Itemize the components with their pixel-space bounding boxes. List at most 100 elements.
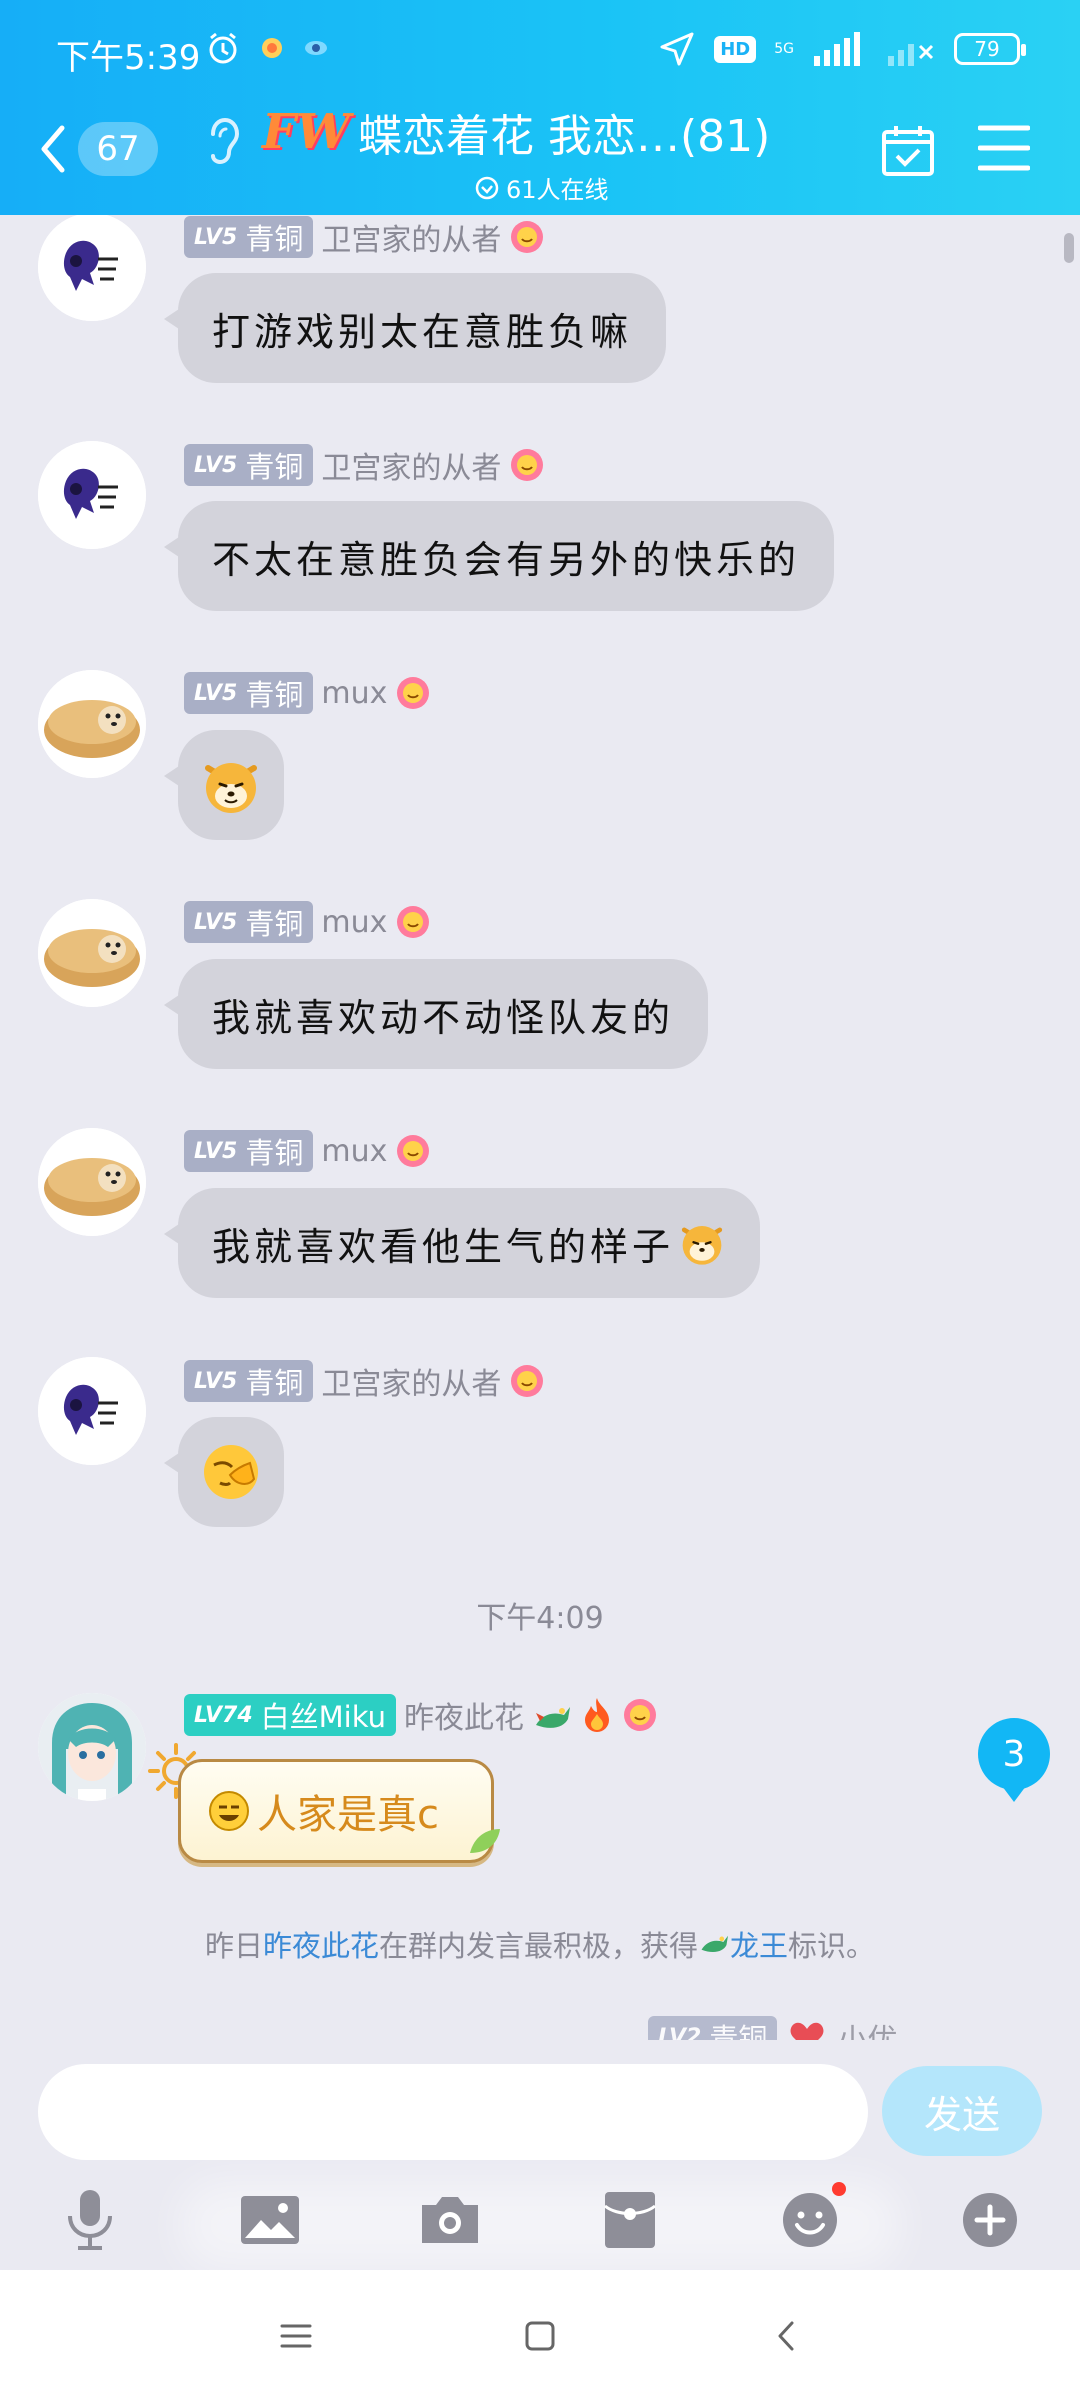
alarm-icon	[209, 32, 237, 64]
grin-emoji-icon	[209, 1791, 249, 1831]
battery-indicator: 79	[954, 33, 1026, 65]
location-icon	[660, 32, 694, 66]
avatar[interactable]	[38, 1128, 146, 1236]
avatar[interactable]	[38, 215, 146, 321]
send-button[interactable]: 发送	[882, 2066, 1042, 2156]
online-status: 61人在线	[474, 170, 782, 205]
sender-nickname[interactable]: 小优	[837, 2015, 897, 2040]
message-meta: LV5 青铜 卫宫家的从者	[184, 1359, 545, 1403]
level-badge: LV74 白丝Miku	[184, 1694, 397, 1736]
sender-nickname[interactable]: 卫宫家的从者	[321, 1359, 501, 1403]
message-text: 我就喜欢看他生气的样子	[212, 1224, 675, 1269]
message-bubble[interactable]	[164, 730, 284, 840]
red-packet-button[interactable]	[590, 2180, 670, 2260]
unread-count-badge: 67	[78, 122, 158, 176]
avatar[interactable]	[38, 899, 146, 1007]
chat-message-list[interactable]: LV5 青铜 卫宫家的从者 打游戏别太在意胜负嘛 LV5 青铜 卫宫家的从者 不太在…	[0, 215, 1080, 2040]
sender-nickname[interactable]: 卫宫家的从者	[321, 215, 501, 259]
level-badge: LV5 青铜	[184, 901, 314, 943]
signal-icon-2	[888, 44, 934, 66]
avatar[interactable]	[38, 670, 146, 778]
anime-character-avatar	[38, 215, 146, 321]
message-bubble-decorated[interactable]: 人家是真c	[178, 1759, 494, 1863]
menu-lines-icon	[280, 2324, 312, 2348]
new-messages-badge[interactable]: 3	[978, 1718, 1050, 1802]
ear-icon[interactable]	[205, 116, 241, 168]
level-badge: LV2 青铜	[648, 2016, 778, 2040]
level-badge: LV5 青铜	[184, 1130, 314, 1172]
message-composer: 发送	[0, 2040, 1080, 2270]
level-badge: LV5 青铜	[184, 216, 314, 258]
fw-logo: FW	[262, 104, 350, 160]
system-navigation-bar	[0, 2270, 1080, 2400]
time-divider: 下午4:09	[476, 1601, 604, 1636]
menu-icon[interactable]	[978, 124, 1030, 172]
sender-nickname[interactable]: 卫宫家的从者	[321, 443, 501, 487]
status-icons-left	[205, 30, 329, 66]
miku-avatar	[38, 1693, 146, 1801]
notice-badge-link[interactable]: 龙王	[730, 1929, 788, 1963]
flower-badge-icon	[511, 221, 544, 253]
back-button[interactable]: 67	[38, 118, 168, 180]
online-count: 61人在线	[506, 176, 609, 204]
group-title-area[interactable]: FW 蝶恋着花 我恋…(81) 61人在线	[262, 100, 782, 205]
system-back-button[interactable]	[756, 2306, 816, 2366]
system-notice: 昨日昨夜此花在群内发言最积极，获得 龙王标识。	[204, 1929, 876, 1963]
sender-nickname[interactable]: 昨夜此花	[404, 1693, 524, 1737]
doge-bread-avatar	[38, 1128, 146, 1236]
level-badge: LV5 青铜	[184, 1360, 314, 1402]
message-meta: LV74 白丝Miku 昨夜此花	[184, 1693, 658, 1737]
message-bubble[interactable]: 不太在意胜负会有另外的快乐的	[163, 501, 835, 611]
calendar-check-icon[interactable]	[880, 122, 936, 178]
message-meta: LV5 青铜 mux	[184, 672, 431, 714]
anime-character-avatar	[38, 1357, 146, 1465]
app-notification-icon-2	[305, 41, 327, 55]
message-bubble[interactable]: 打游戏别太在意胜负嘛	[163, 273, 667, 383]
image-icon	[241, 2196, 299, 2244]
voice-button[interactable]	[50, 2180, 130, 2260]
message-bubble[interactable]: 我就喜欢看他生气的样子	[163, 1188, 761, 1298]
app-notification-icon	[262, 38, 282, 58]
camera-button[interactable]	[410, 2180, 490, 2260]
scrollbar[interactable]	[1064, 233, 1074, 263]
emoji-button[interactable]	[770, 2180, 850, 2260]
more-button[interactable]	[950, 2180, 1030, 2260]
flower-badge-icon	[397, 677, 430, 709]
doge-bread-avatar	[38, 899, 146, 1007]
dragon-king-icon	[701, 1935, 728, 1953]
sender-nickname[interactable]: mux	[321, 1134, 387, 1169]
microphone-icon	[68, 2190, 112, 2250]
shiba-sticker-icon	[681, 1225, 723, 1265]
anime-character-avatar	[38, 441, 146, 549]
smiley-icon	[783, 2193, 837, 2247]
message-meta-partial: LV2青铜 小优	[648, 2015, 897, 2040]
avatar[interactable]	[38, 1693, 146, 1801]
flower-badge-icon	[624, 1699, 657, 1731]
sender-nickname[interactable]: mux	[321, 905, 387, 940]
message-meta: LV5 青铜 mux	[184, 1130, 431, 1172]
network-label: 5G	[774, 41, 794, 57]
flower-badge-icon	[397, 906, 430, 938]
square-icon	[525, 2321, 555, 2351]
plus-circle-icon	[963, 2193, 1017, 2247]
recents-button[interactable]	[266, 2306, 326, 2366]
message-input[interactable]	[38, 2064, 868, 2160]
online-check-icon	[475, 176, 499, 199]
flower-badge-icon	[511, 449, 544, 481]
message-bubble[interactable]: 我就喜欢动不动怪队友的	[163, 959, 709, 1069]
heart-icon	[790, 2022, 824, 2040]
level-badge: LV5 青铜	[184, 444, 314, 486]
sender-nickname[interactable]: mux	[321, 676, 387, 711]
message-meta: LV5 青铜 卫宫家的从者	[184, 215, 545, 259]
message-bubble[interactable]	[164, 1417, 284, 1527]
home-button[interactable]	[510, 2306, 570, 2366]
image-button[interactable]	[230, 2180, 310, 2260]
avatar[interactable]	[38, 441, 146, 549]
status-icons-right: HD 5G 79	[658, 30, 1026, 68]
avatar[interactable]	[38, 1357, 146, 1465]
message-meta: LV5 青铜 卫宫家的从者	[184, 443, 545, 487]
flower-badge-icon	[511, 1365, 544, 1397]
notice-user-link[interactable]: 昨夜此花	[263, 1929, 379, 1963]
level-badge: LV5 青铜	[184, 672, 314, 714]
chat-header: 下午5:39 HD 5G 79 67 FW 蝶恋着花 我恋…(81) 61人在线	[0, 0, 1080, 215]
